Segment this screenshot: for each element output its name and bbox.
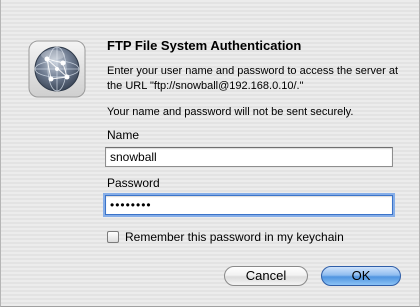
name-label: Name <box>107 128 140 142</box>
network-globe-icon <box>27 39 87 99</box>
dialog-message: Enter your user name and password to acc… <box>107 65 399 92</box>
dialog-title: FTP File System Authentication <box>107 38 302 53</box>
ok-button[interactable]: OK <box>321 266 401 286</box>
cancel-button[interactable]: Cancel <box>224 266 308 286</box>
ftp-auth-dialog: FTP File System Authentication Enter you… <box>0 0 420 307</box>
remember-password-checkbox[interactable] <box>107 231 119 243</box>
security-notice: Your name and password will not be sent … <box>107 106 354 118</box>
remember-password-option[interactable]: Remember this password in my keychain <box>107 229 344 245</box>
password-field[interactable]: •••••••• <box>105 195 393 215</box>
remember-password-label: Remember this password in my keychain <box>125 230 344 244</box>
name-field[interactable]: snowball <box>105 147 393 167</box>
password-label: Password <box>107 176 160 190</box>
